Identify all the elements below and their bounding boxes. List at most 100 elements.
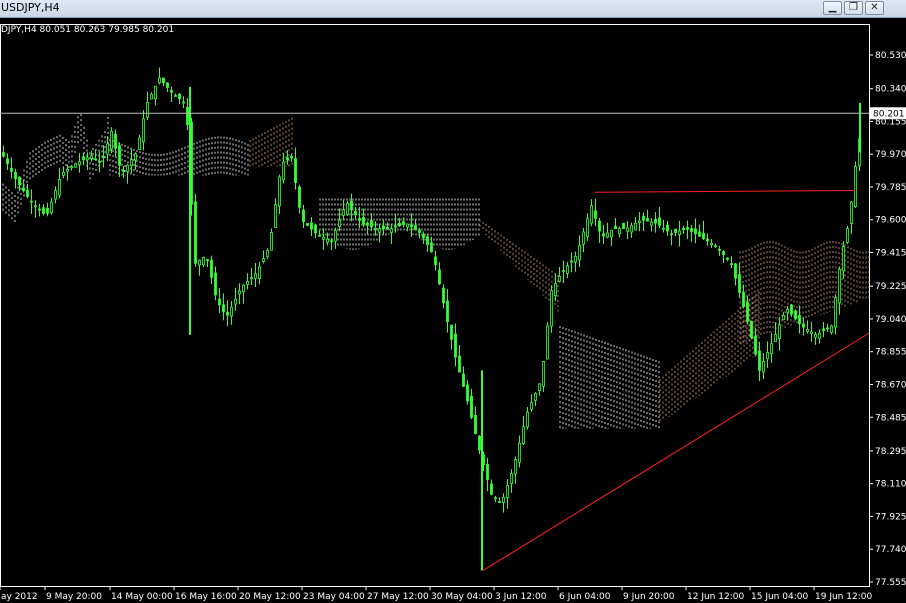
time-tick-label: 9 Jun 20:00 — [623, 592, 675, 602]
candle-body — [442, 287, 445, 304]
minimize-button[interactable]: ▁ — [823, 1, 842, 15]
candle-body — [450, 324, 453, 340]
candle-body — [286, 157, 289, 161]
candle-body — [350, 200, 353, 210]
time-tick-label: 23 May 04:00 — [303, 592, 365, 602]
price-tick-label: 79.415 — [875, 249, 906, 259]
candle-body — [834, 297, 837, 328]
candle-body — [622, 222, 625, 230]
price-tick-label: 79.970 — [875, 150, 906, 160]
candle-body — [434, 256, 437, 266]
candle-body — [790, 304, 793, 315]
candle-body — [14, 171, 17, 180]
candle-body — [194, 201, 197, 264]
candle-body — [366, 222, 369, 226]
price-tick-label: 80.340 — [875, 85, 906, 95]
candle-body — [726, 257, 729, 260]
candle-body — [418, 229, 421, 233]
price-tick-label: 80.530 — [875, 51, 906, 61]
candle-body — [218, 298, 221, 306]
candle-body — [158, 77, 161, 84]
candle-body — [746, 301, 749, 322]
candle-body — [758, 350, 761, 371]
candle-body — [242, 284, 245, 293]
candle-body — [282, 161, 285, 181]
candle-body — [102, 156, 105, 159]
candle-body — [754, 335, 757, 355]
candle-body — [618, 228, 621, 235]
candle-body — [374, 227, 377, 230]
candle-body — [646, 218, 649, 222]
candle-body — [770, 343, 773, 355]
candle-body — [830, 325, 833, 333]
candle-body — [694, 228, 697, 235]
candle-body — [98, 160, 101, 163]
candle-body — [254, 273, 257, 279]
candle-body — [774, 333, 777, 342]
candle-body — [214, 272, 217, 296]
candle-body — [46, 207, 49, 214]
candle-body — [706, 238, 709, 242]
candle-body — [314, 224, 317, 234]
candle-body — [722, 251, 725, 255]
candle-body — [70, 166, 73, 169]
candle-body — [118, 145, 121, 166]
candle-body — [562, 270, 565, 272]
candle-body — [470, 395, 473, 418]
candle-body — [294, 158, 297, 183]
price-tick-label: 78.295 — [875, 447, 906, 457]
candle-body — [402, 221, 405, 225]
candle-body — [678, 230, 681, 235]
price-chart[interactable]: 80.53080.34080.15579.97079.78579.60079.4… — [0, 17, 906, 603]
candle-body — [430, 242, 433, 253]
candle-body — [226, 311, 229, 316]
candle-body — [206, 259, 209, 261]
candle-body — [606, 232, 609, 238]
candle-body — [818, 332, 821, 339]
candle-body — [586, 218, 589, 237]
ohlc-readout: DJPY,H4 80.051 80.263 79.985 80.201 — [1, 25, 175, 35]
time-tick-label: 3 Jun 12:00 — [495, 592, 547, 602]
restore-button[interactable]: ❐ — [844, 1, 863, 15]
candle-body — [410, 225, 413, 228]
candle-body — [614, 225, 617, 230]
candle-body — [362, 216, 365, 225]
candle-body — [250, 277, 253, 280]
candle-body — [670, 233, 673, 236]
candle-body — [6, 158, 9, 165]
candle-body — [558, 276, 561, 282]
candle-body — [162, 77, 165, 84]
time-tick-label: 27 May 12:00 — [367, 592, 429, 602]
candle-body — [266, 250, 269, 258]
candle-body — [686, 227, 689, 230]
candle-body — [146, 102, 149, 118]
price-tick-label: 77.740 — [875, 545, 906, 555]
close-button[interactable]: ✕ — [865, 1, 884, 15]
candle-body — [230, 306, 233, 317]
candle-body — [654, 218, 657, 224]
candle-body — [822, 328, 825, 332]
price-tick-label: 77.925 — [875, 512, 906, 522]
candle-body — [810, 331, 813, 334]
candle-body — [358, 218, 361, 221]
candle-body — [610, 229, 613, 238]
candle-body — [154, 85, 157, 100]
time-tick-label: 30 May 04:00 — [431, 592, 493, 602]
candle-body — [94, 158, 97, 161]
candle-body — [278, 176, 281, 207]
candle-body — [302, 209, 305, 223]
candle-body — [258, 266, 261, 279]
time-tick-label: 16 May 16:00 — [175, 592, 237, 602]
candle-body — [106, 143, 109, 155]
candle-body — [174, 95, 177, 97]
price-tick-label: 78.670 — [875, 380, 906, 390]
candle-body — [574, 255, 577, 263]
candle-body — [34, 205, 37, 208]
candle-body — [38, 208, 41, 211]
candle-body — [598, 220, 601, 232]
candle-body — [702, 232, 705, 240]
candle-body — [322, 236, 325, 240]
candle-body — [626, 227, 629, 232]
candle-body — [766, 352, 769, 360]
candle-body — [54, 190, 57, 200]
